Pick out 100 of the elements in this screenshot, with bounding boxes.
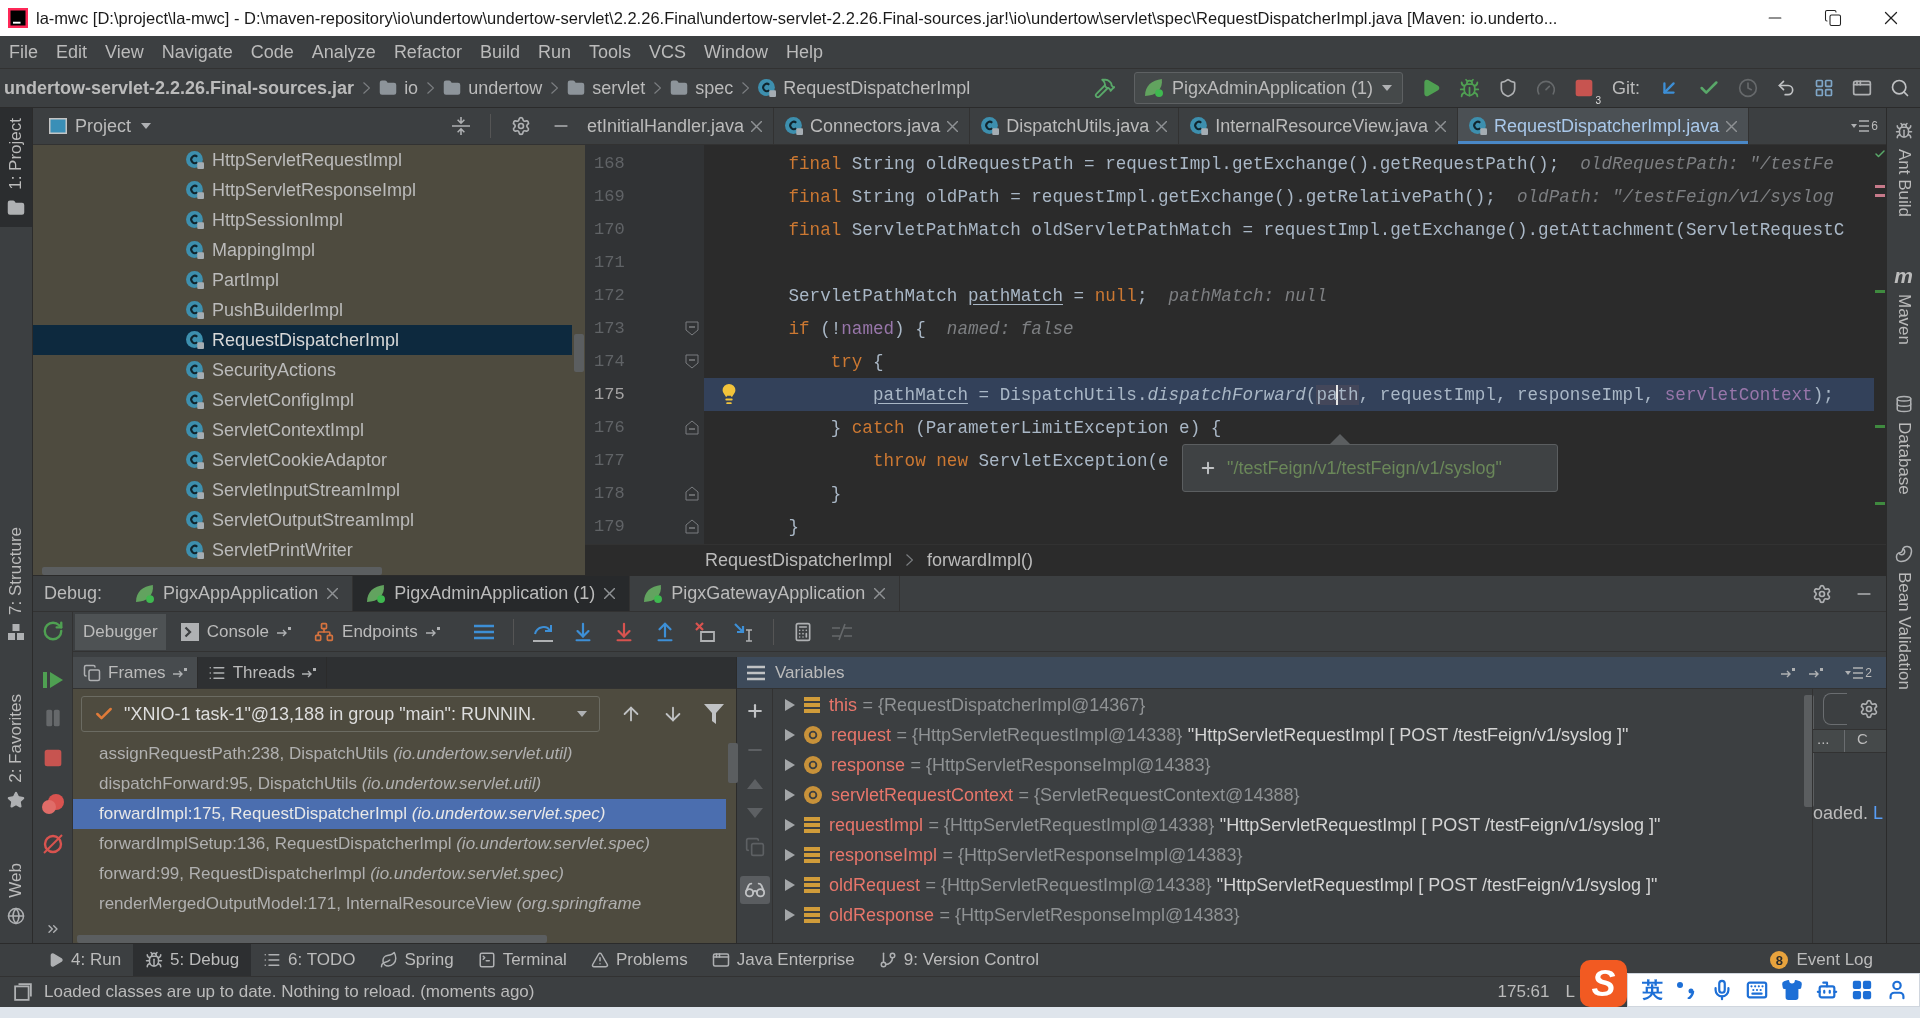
overlapping-squares-icon[interactable] bbox=[14, 983, 32, 1001]
tool-window-button[interactable]: m Maven bbox=[1887, 257, 1920, 356]
link[interactable]: L bbox=[1873, 803, 1884, 823]
tool-window-button[interactable]: 7: Structure bbox=[0, 516, 32, 650]
menu-item[interactable]: Window bbox=[695, 37, 778, 67]
arrow-square-icon[interactable] bbox=[1781, 667, 1796, 678]
arrow-square-icon[interactable] bbox=[1809, 667, 1824, 678]
tree-item[interactable]: SecurityActions bbox=[33, 355, 572, 385]
arrow-square-icon[interactable] bbox=[425, 626, 440, 637]
tree-item[interactable]: HttpServletRequestImpl bbox=[33, 145, 572, 175]
grid-icon[interactable] bbox=[1851, 979, 1873, 1001]
breadcrumb[interactable]: forwardImpl() bbox=[927, 549, 1034, 571]
editor-tab[interactable]: etInitialHandler.java bbox=[585, 108, 775, 144]
robot-icon[interactable] bbox=[1816, 979, 1838, 1001]
two-circles-icon[interactable] bbox=[41, 794, 64, 814]
tree-item[interactable]: RequestDispatcherImpl bbox=[33, 325, 572, 355]
variable-entry[interactable]: response = {HttpServletResponseImpl@14383} bbox=[831, 754, 1211, 776]
expand-arrow-icon[interactable] bbox=[785, 699, 795, 711]
bug-icon[interactable] bbox=[1459, 77, 1480, 99]
settings-icon[interactable] bbox=[1812, 583, 1832, 604]
variable-entry[interactable]: responseImpl = {HttpServletResponseImpl@14383} bbox=[829, 844, 1243, 866]
debugger-tab[interactable]: Console bbox=[172, 613, 300, 650]
search-field[interactable] bbox=[1823, 693, 1847, 725]
variable-entry[interactable]: request = {HttpServletRequestImpl@14338} "HttpServletRequestImpl [ POST /testFeign/v1/syslog ]" bbox=[831, 724, 1629, 746]
tree-item[interactable]: ServletContextImpl bbox=[33, 415, 572, 445]
tree-item[interactable]: PartImpl bbox=[33, 265, 572, 295]
arrow-square-icon[interactable] bbox=[172, 667, 187, 678]
arrow-square-icon[interactable] bbox=[277, 626, 292, 637]
menu-item[interactable]: Edit bbox=[47, 37, 97, 67]
lines-icon[interactable] bbox=[473, 623, 494, 640]
settings-icon[interactable] bbox=[1859, 699, 1879, 719]
panel-tab[interactable]: Frames bbox=[73, 657, 198, 688]
tool-window-button[interactable]: Java Enterprise bbox=[699, 944, 867, 976]
window-icon[interactable] bbox=[1852, 78, 1872, 98]
tool-window-button[interactable]: Web bbox=[0, 853, 32, 935]
collapse-icon[interactable] bbox=[452, 117, 470, 135]
tool-window-button[interactable]: 6: TODO bbox=[251, 944, 368, 976]
thread-dropdown[interactable]: "XNIO-1 task-1"@13,188 in group "main": RUNNIN. bbox=[81, 696, 600, 732]
line-separator[interactable]: L bbox=[1565, 982, 1575, 1002]
tree-item[interactable]: PushBuilderImpl bbox=[33, 295, 572, 325]
caret-lines-icon[interactable] bbox=[1845, 666, 1864, 679]
stack-frame[interactable]: forwardImpl:175, RequestDispatcherImpl (io.undertow.servlet.spec) bbox=[73, 799, 726, 829]
expand-arrow-icon[interactable] bbox=[785, 729, 795, 741]
tool-window-button[interactable]: 5: Debug bbox=[133, 944, 252, 976]
tree-item[interactable]: HttpSessionImpl bbox=[33, 205, 572, 235]
fold-marker-icon[interactable] bbox=[685, 354, 699, 369]
menu-item[interactable]: Refactor bbox=[384, 37, 471, 67]
shield-icon[interactable] bbox=[1498, 78, 1518, 98]
scrollbar-thumb[interactable] bbox=[1804, 695, 1814, 807]
input-mode[interactable]: 英 bbox=[1642, 976, 1663, 1004]
arrow-square-icon[interactable] bbox=[302, 667, 316, 678]
layout-button[interactable]: 2 bbox=[1837, 665, 1880, 680]
variable-entry[interactable]: servletRequestContext = {ServletRequestContext@14388} bbox=[831, 784, 1300, 806]
expand-arrow-icon[interactable] bbox=[785, 909, 795, 921]
fold-marker-icon[interactable] bbox=[685, 519, 699, 534]
stack-frame[interactable]: forwardImplSetup:136, RequestDispatcherImpl (io.undertow.servlet.spec) bbox=[73, 829, 726, 859]
scrollbar-thumb[interactable] bbox=[77, 935, 547, 943]
menu-item[interactable]: File bbox=[0, 37, 47, 67]
expand-arrow-icon[interactable] bbox=[785, 789, 795, 801]
settings-icon[interactable] bbox=[511, 116, 531, 136]
tree-item[interactable]: ServletOutputStreamImpl bbox=[33, 505, 572, 535]
cross-frame-icon[interactable] bbox=[694, 621, 715, 642]
bar-play-icon[interactable] bbox=[42, 670, 63, 690]
microphone-icon[interactable] bbox=[1711, 979, 1733, 1001]
breadcrumb[interactable]: servlet bbox=[567, 77, 646, 99]
stack-frame[interactable]: dispatchForward:95, DispatchUtils (io.undertow.servlet.util) bbox=[73, 769, 726, 799]
tool-window-button[interactable]: Spring bbox=[367, 944, 466, 976]
caret-icon[interactable] bbox=[141, 123, 152, 129]
grid-icon[interactable] bbox=[1814, 78, 1834, 98]
tool-window-button[interactable]: 9: Version Control bbox=[866, 944, 1051, 976]
arrow-cursor-icon[interactable] bbox=[733, 621, 754, 642]
fold-marker-icon[interactable] bbox=[685, 420, 699, 435]
caret-lines-icon[interactable] bbox=[1851, 120, 1870, 132]
hammer-icon[interactable] bbox=[1093, 77, 1116, 99]
fold-marker-icon[interactable] bbox=[685, 321, 699, 336]
breadcrumb[interactable]: undertow-servlet-2.2.26.Final-sources.jar bbox=[4, 77, 355, 99]
tool-window-button[interactable]: Problems bbox=[578, 944, 700, 976]
stack-frame[interactable]: renderMergedOutputModel:171, InternalResourceView (org.springframe bbox=[73, 889, 726, 919]
scrollbar-thumb[interactable] bbox=[42, 567, 382, 575]
search-icon[interactable] bbox=[1890, 78, 1910, 98]
expand-arrow-icon[interactable] bbox=[785, 759, 795, 771]
session-tab[interactable]: PigxAdminApplication (1) bbox=[353, 576, 631, 611]
check-icon[interactable] bbox=[1874, 148, 1886, 160]
caret-icon[interactable] bbox=[577, 711, 587, 717]
tree-item[interactable]: ServletCookieAdaptor bbox=[33, 445, 572, 475]
menu-item[interactable]: View bbox=[96, 37, 153, 67]
menu-item[interactable]: Code bbox=[241, 37, 303, 67]
tool-window-button[interactable]: Terminal bbox=[465, 944, 579, 976]
project-view-dropdown[interactable]: Project bbox=[75, 115, 152, 137]
breadcrumb[interactable]: RequestDispatcherImpl bbox=[758, 77, 971, 99]
menu-item[interactable]: Help bbox=[777, 37, 833, 67]
stack-frame[interactable]: assignRequestPath:238, DispatchUtils (io.undertow.servlet.util) bbox=[73, 739, 726, 769]
tool-window-button[interactable]: 2: Favorites bbox=[0, 683, 32, 820]
tool-window-button[interactable]: Bean Validation bbox=[1887, 534, 1920, 700]
variable-entry[interactable]: oldResponse = {HttpServletResponseImpl@14383} bbox=[829, 904, 1240, 926]
editor-tab[interactable]: DispatchUtils.java bbox=[970, 108, 1180, 144]
glasses-toggle[interactable] bbox=[739, 876, 770, 904]
undo-icon[interactable] bbox=[1776, 78, 1796, 98]
fold-marker-icon[interactable] bbox=[685, 486, 699, 501]
keyboard-icon[interactable] bbox=[1746, 979, 1768, 1001]
